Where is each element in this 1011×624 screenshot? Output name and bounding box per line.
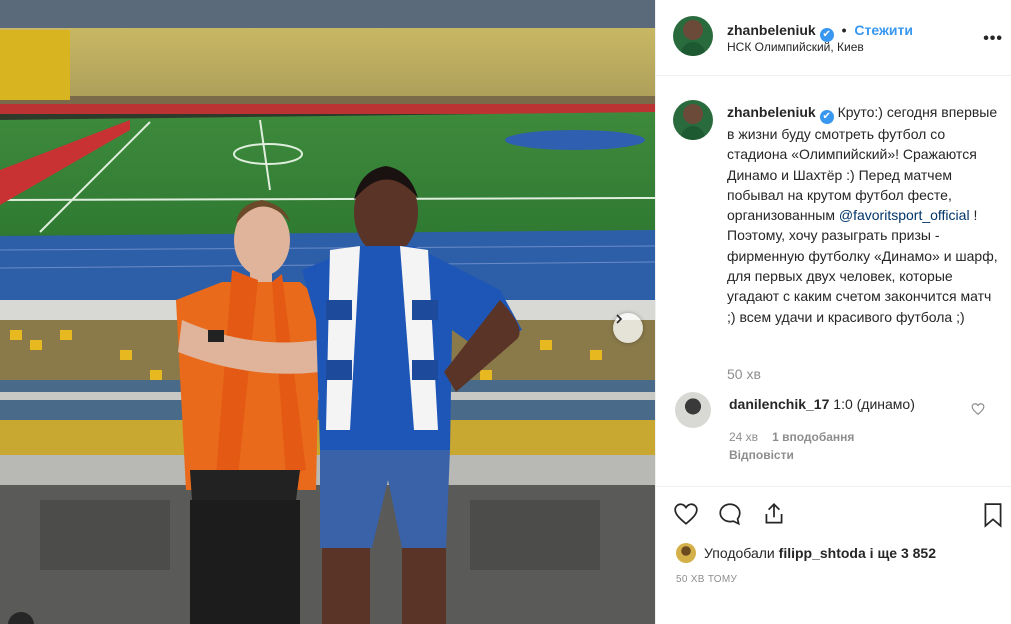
reply-button[interactable]: Відповісти <box>729 448 794 462</box>
more-icon[interactable]: ••• <box>983 30 1003 48</box>
commenter-avatar[interactable] <box>675 392 711 428</box>
post-timestamp[interactable]: 50 ХВ ТОМУ <box>676 574 737 585</box>
liked-by-user[interactable]: filipp_shtoda <box>779 545 866 561</box>
follow-button[interactable]: Стежити <box>854 22 913 38</box>
next-photo-button[interactable] <box>613 313 643 343</box>
caption-avatar[interactable] <box>673 100 713 140</box>
comment-time: 24 хв <box>729 430 759 444</box>
post-photo[interactable] <box>0 0 655 624</box>
comment-meta: 24 хв 1 вподобання <box>729 430 854 444</box>
comment-likes[interactable]: 1 вподобання <box>772 430 854 444</box>
liker-avatar[interactable] <box>676 543 696 563</box>
stadium-photo <box>0 0 655 624</box>
post-side-panel: zhanbeleniuk ✔ • Стежити НСК Олимпийский,… <box>655 0 1011 624</box>
heart-icon[interactable] <box>971 402 985 416</box>
location-link[interactable]: НСК Олимпийский, Киев <box>727 40 864 54</box>
heart-icon[interactable] <box>672 501 700 527</box>
caption-text: zhanbeleniuk ✔ Круто:) сегодня впервые в … <box>727 102 1003 327</box>
chevron-right-icon <box>616 314 623 324</box>
separator-dot: • <box>841 22 847 38</box>
liked-by-prefix: Уподобали <box>704 545 775 561</box>
post-header: zhanbeleniuk ✔ • Стежити НСК Олимпийский,… <box>656 0 1011 76</box>
commenter-username[interactable]: danilenchik_17 <box>729 396 829 412</box>
likes-summary: Уподобали filipp_shtoda і ще 3 852 <box>676 543 936 563</box>
share-icon[interactable] <box>760 501 788 527</box>
post-author: zhanbeleniuk ✔ • Стежити <box>727 22 913 42</box>
caption-body-start: Круто:) сегодня впервые в жизни буду смо… <box>727 104 998 224</box>
mention-link[interactable]: @favoritsport_official <box>839 207 970 223</box>
comment-icon[interactable] <box>716 501 744 527</box>
actions-bar: Уподобали filipp_shtoda і ще 3 852 50 ХВ… <box>656 486 1011 624</box>
bookmark-icon[interactable] <box>980 501 1006 529</box>
comment-item: danilenchik_17 1:0 (динамо) 24 хв 1 вподо… <box>673 392 993 472</box>
caption-time: 50 хв <box>727 366 761 382</box>
liked-by-count[interactable]: і ще 3 852 <box>870 545 936 561</box>
caption-username[interactable]: zhanbeleniuk <box>727 104 816 120</box>
comment-body: 1:0 (динамо) <box>833 396 915 412</box>
avatar[interactable] <box>673 16 713 56</box>
comment-text: danilenchik_17 1:0 (динамо) <box>729 396 915 412</box>
caption-body-end: ! Поэтому, хочу разыграть призы - фирмен… <box>727 207 998 325</box>
verified-icon: ✔ <box>819 110 834 124</box>
author-username[interactable]: zhanbeleniuk <box>727 22 816 38</box>
